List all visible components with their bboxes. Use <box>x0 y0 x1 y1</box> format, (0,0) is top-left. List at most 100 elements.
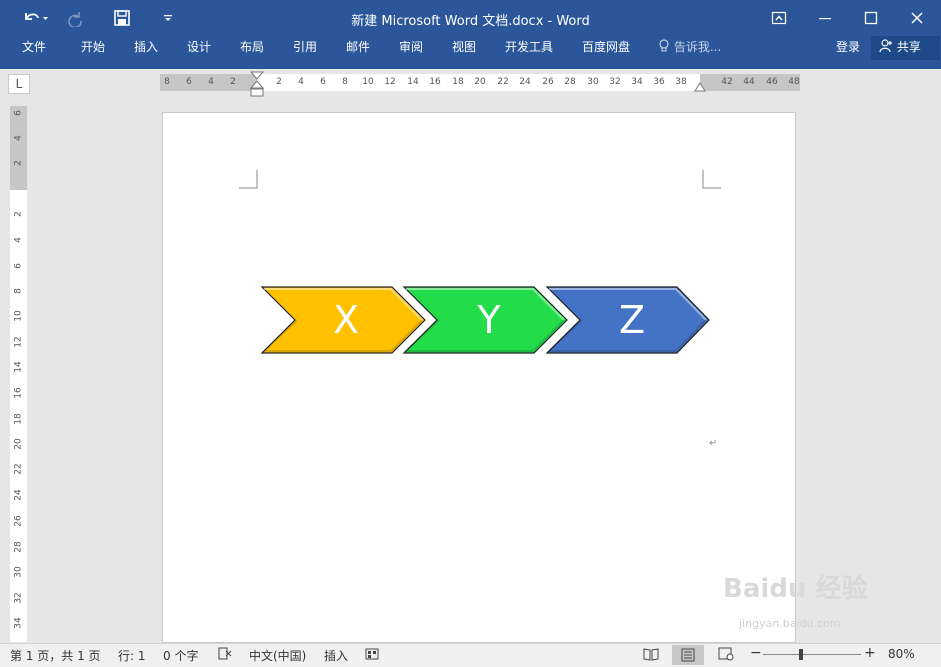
chevron-shape-x[interactable]: X <box>260 286 426 354</box>
ruler-tick: 24 <box>13 489 24 501</box>
print-layout-button[interactable] <box>672 645 704 665</box>
ruler-tick: 14 <box>407 77 419 87</box>
ruler-tick: 4 <box>298 77 304 87</box>
ruler-tick: 2 <box>13 160 24 166</box>
ribbon-display-options-button[interactable] <box>764 6 794 30</box>
ruler-tick: 20 <box>13 438 24 450</box>
web-layout-button[interactable] <box>718 647 734 664</box>
login-link[interactable]: 登录 <box>836 36 860 69</box>
ruler-tick: 2 <box>230 77 236 87</box>
right-indent-marker[interactable] <box>694 81 706 92</box>
horizontal-ruler[interactable]: 8 6 4 2 2 4 6 8 10 12 14 16 18 20 22 24 … <box>160 71 800 97</box>
chevron-shape-y[interactable]: Y <box>402 286 568 354</box>
ribbon-tabs: 文件 开始 插入 设计 布局 引用 邮件 审阅 视图 开发工具 百度网盘 告诉我… <box>0 36 941 69</box>
ruler-tick: 6 <box>320 77 326 87</box>
proofing-button[interactable] <box>218 647 232 664</box>
read-mode-button[interactable] <box>643 647 659 664</box>
ruler-tick: 8 <box>342 77 348 87</box>
ruler-tick: 18 <box>452 77 464 87</box>
lightbulb-icon <box>659 39 669 52</box>
tab-view[interactable]: 视图 <box>452 36 476 69</box>
ruler-tick: 4 <box>13 135 24 141</box>
ruler-tick: 36 <box>653 77 665 87</box>
line-number[interactable]: 行: 1 <box>118 647 146 664</box>
ruler-tick: 8 <box>13 288 24 294</box>
ruler-tick: 28 <box>564 77 576 87</box>
ruler-tick: 42 <box>721 77 733 87</box>
tell-me-box[interactable]: 告诉我... <box>658 36 721 69</box>
status-bar: 第 1 页，共 1 页 行: 1 0 个字 中文(中国) 插入 − + 80% <box>0 643 941 667</box>
ruler-tick: 38 <box>675 77 687 87</box>
ruler-tick: 6 <box>13 110 24 116</box>
share-person-icon <box>879 39 892 53</box>
ruler-tick: 4 <box>208 77 214 87</box>
ruler-tick: 44 <box>743 77 755 87</box>
ruler-tick: 34 <box>13 617 24 629</box>
tab-baidu-netdisk[interactable]: 百度网盘 <box>582 36 630 69</box>
zoom-in-button[interactable]: + <box>864 645 876 661</box>
ruler-tick: 48 <box>788 77 800 87</box>
indent-markers[interactable] <box>250 71 264 97</box>
share-button[interactable]: 共享 <box>871 36 940 60</box>
document-page[interactable]: X Y Z ↵ Baidu 经验 jingyan.baidu.com <box>162 112 867 643</box>
tab-home[interactable]: 开始 <box>81 36 105 69</box>
close-icon <box>911 12 923 24</box>
tab-insert[interactable]: 插入 <box>134 36 158 69</box>
print-layout-icon <box>681 648 695 662</box>
ruler-tick: 6 <box>13 263 24 269</box>
macro-recording-button[interactable] <box>365 647 379 664</box>
close-button[interactable] <box>902 6 932 30</box>
tell-me-label: 告诉我... <box>673 40 722 54</box>
ruler-tick: 26 <box>13 515 24 527</box>
tab-references[interactable]: 引用 <box>293 36 317 69</box>
tab-review[interactable]: 审阅 <box>399 36 423 69</box>
zoom-slider-thumb[interactable] <box>799 649 803 660</box>
page-content: X Y Z ↵ <box>239 170 721 449</box>
chevron-shape-z[interactable]: Z <box>545 286 710 354</box>
web-layout-icon <box>718 647 734 661</box>
maximize-button[interactable] <box>856 6 886 30</box>
tab-mailings[interactable]: 邮件 <box>346 36 370 69</box>
watermark-url: jingyan.baidu.com <box>739 617 841 630</box>
minimize-button[interactable] <box>810 6 840 30</box>
window-title: 新建 Microsoft Word 文档.docx - Word <box>351 14 590 29</box>
watermark-brand: Baidu 经验 <box>723 574 868 604</box>
ruler-tick: 30 <box>13 566 24 578</box>
zoom-out-button[interactable]: − <box>750 645 762 661</box>
ruler-tick: 8 <box>164 77 170 87</box>
tab-stop-selector[interactable]: L <box>8 74 30 94</box>
read-mode-icon <box>643 648 659 661</box>
ruler-tick: 14 <box>13 361 24 373</box>
language-indicator[interactable]: 中文(中国) <box>249 647 306 664</box>
share-label: 共享 <box>896 40 921 54</box>
zoom-slider-track[interactable] <box>763 654 861 655</box>
ruler-tick: 10 <box>13 310 24 322</box>
page-count[interactable]: 第 1 页，共 1 页 <box>10 647 101 664</box>
ruler-tick: 10 <box>362 77 374 87</box>
paragraph-mark: ↵ <box>709 438 717 449</box>
ruler-tick: 24 <box>519 77 531 87</box>
word-count[interactable]: 0 个字 <box>163 647 198 664</box>
vertical-ruler[interactable]: 6 4 2 2 4 6 8 10 12 14 16 18 20 22 24 26… <box>10 106 27 642</box>
watermark-logo: Baidu 经验 <box>723 568 867 605</box>
ruler-tick: 2 <box>13 211 24 217</box>
tab-file[interactable]: 文件 <box>22 36 46 69</box>
ruler-tick: 20 <box>474 77 486 87</box>
tab-layout[interactable]: 布局 <box>240 36 264 69</box>
insert-mode[interactable]: 插入 <box>324 647 348 664</box>
top-left-margin-mark <box>239 170 258 189</box>
ruler-tick: 16 <box>13 387 24 399</box>
ruler-tick: 30 <box>587 77 599 87</box>
chevron-label-y: Y <box>476 298 501 342</box>
tab-developer[interactable]: 开发工具 <box>505 36 553 69</box>
ruler-tick: 46 <box>766 77 778 87</box>
title-bar: 新建 Microsoft Word 文档.docx - Word <box>0 0 941 36</box>
tab-design[interactable]: 设计 <box>187 36 211 69</box>
ruler-tick: 16 <box>429 77 441 87</box>
ruler-tick: 2 <box>276 77 282 87</box>
ruler-tick: 18 <box>13 413 24 425</box>
zoom-level[interactable]: 80% <box>888 647 915 661</box>
chevron-label-x: X <box>333 298 359 342</box>
chevron-label-z: Z <box>619 298 645 342</box>
maximize-icon <box>864 11 878 25</box>
